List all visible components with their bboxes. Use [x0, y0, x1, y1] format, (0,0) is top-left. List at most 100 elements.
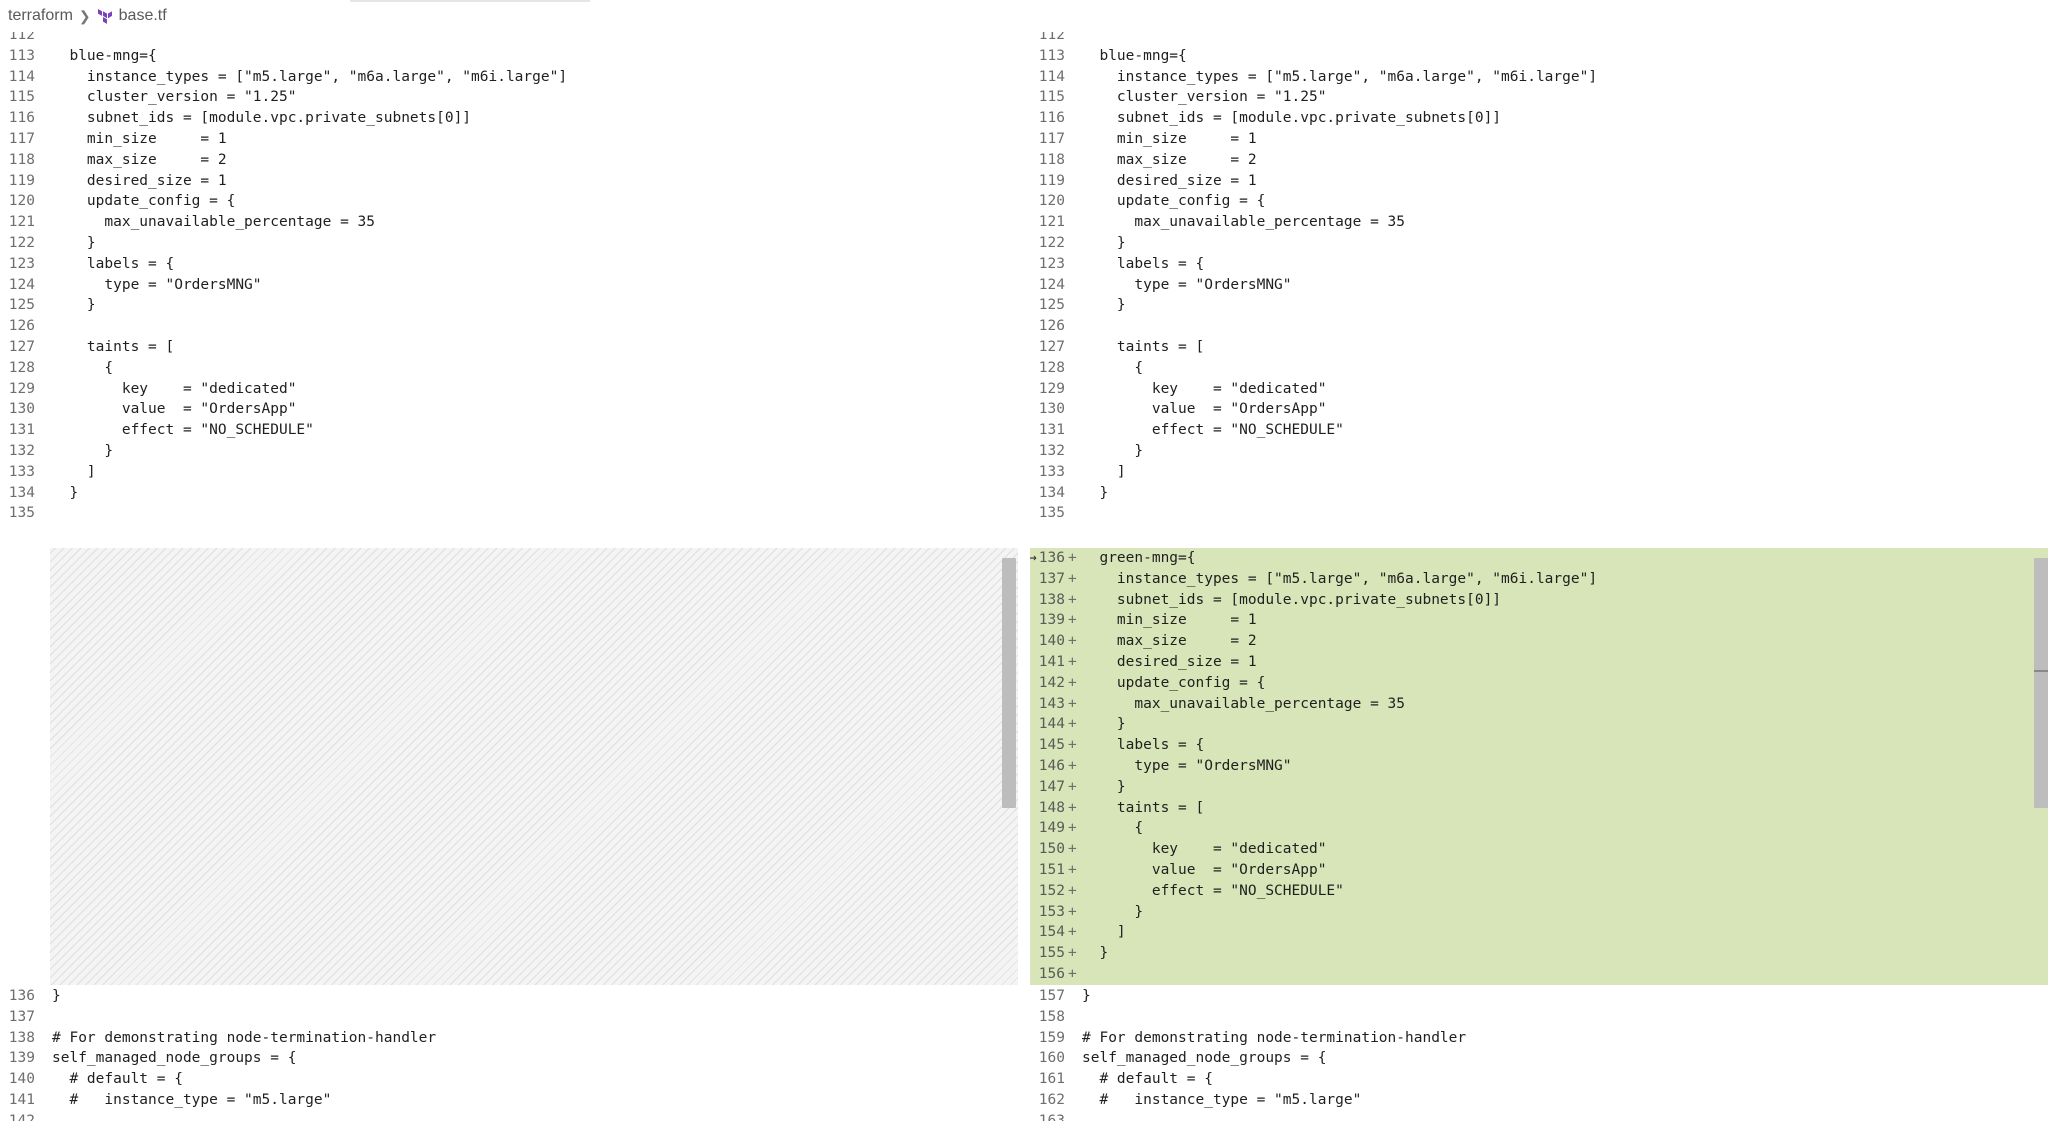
code-line[interactable]: 121 max_unavailable_percentage = 35 [1030, 212, 2048, 233]
code-line[interactable]: 154 + ] [1030, 922, 2048, 944]
code-line[interactable]: 125 } [0, 295, 1018, 316]
code-line[interactable]: 147 + } [1030, 776, 2048, 798]
code-line[interactable]: 120 update_config = { [0, 191, 1018, 212]
code-line[interactable]: 134 } [1030, 483, 2048, 504]
code-line[interactable]: 137 + instance_types = ["m5.large", "m6a.… [1030, 568, 2048, 590]
code-line[interactable]: 142 [0, 1111, 1018, 1121]
code-line[interactable]: 144 + } [1030, 714, 2048, 736]
code-line[interactable]: 146 + type = "OrdersMNG" [1030, 755, 2048, 777]
code-text: labels = { [52, 255, 175, 272]
code-line[interactable]: 145 + labels = { [1030, 735, 2048, 756]
code-line[interactable]: 163 [1030, 1111, 2048, 1121]
diff-divider[interactable] [1002, 32, 1030, 1121]
code-line[interactable]: 128 { [0, 358, 1018, 379]
code-line[interactable]: 116 subnet_ids = [module.vpc.private_sub… [1030, 108, 2048, 129]
code-line[interactable]: 134 } [0, 483, 1018, 504]
code-line[interactable]: 118 max_size = 2 [1030, 150, 2048, 171]
line-number: 112 [8, 32, 35, 43]
code-line[interactable]: 140 + max_size = 2 [1030, 631, 2048, 652]
code-line[interactable]: 137 [0, 1007, 1018, 1028]
code-line[interactable]: 126 [1030, 316, 2048, 337]
code-line[interactable]: 138 + subnet_ids = [module.vpc.private_su… [1030, 589, 2048, 611]
code-line[interactable]: 135 [1030, 503, 2048, 524]
code-line[interactable]: 133 ] [0, 462, 1018, 483]
code-line[interactable]: 136} [0, 986, 1018, 1007]
code-line[interactable]: 135 [0, 503, 1018, 524]
code-line[interactable]: 149 + { [1030, 818, 2048, 840]
code-line[interactable]: 118 max_size = 2 [0, 150, 1018, 171]
code-line[interactable]: 130 value = "OrdersApp" [1030, 399, 2048, 420]
code-line[interactable]: 122 } [1030, 233, 2048, 254]
code-line[interactable]: 151 + value = "OrdersApp" [1030, 859, 2048, 881]
code-line[interactable]: 155 + } [1030, 943, 2048, 964]
code-line[interactable]: 140 # default = { [0, 1069, 1018, 1090]
code-line[interactable]: 139 + min_size = 1 [1030, 610, 2048, 632]
code-line[interactable]: 133 ] [1030, 462, 2048, 483]
code-line[interactable]: 117 min_size = 1 [0, 129, 1018, 150]
code-line[interactable]: 159 # For demonstrating node-termination-… [1030, 1028, 2048, 1049]
code-line[interactable]: 161 # default = { [1030, 1069, 2048, 1090]
code-line[interactable]: 114 instance_types = ["m5.large", "m6a.l… [0, 67, 1018, 88]
code-line[interactable]: 113 blue-mng={ [1030, 46, 2048, 67]
code-line[interactable]: 117 min_size = 1 [1030, 129, 2048, 150]
code-line[interactable]: 112 [1030, 32, 2048, 46]
code-line[interactable]: 141 + desired_size = 1 [1030, 651, 2048, 673]
code-line[interactable]: 127 taints = [ [1030, 337, 2048, 358]
code-line[interactable]: 119 desired_size = 1 [0, 171, 1018, 192]
code-line[interactable]: 153 + } [1030, 901, 2048, 923]
code-line[interactable]: 131 effect = "NO_SCHEDULE" [1030, 420, 2048, 441]
code-line[interactable]: 114 instance_types = ["m5.large", "m6a.l… [1030, 67, 2048, 88]
code-line[interactable]: 158 [1030, 1007, 2048, 1028]
line-number: 121 [1038, 214, 1065, 231]
code-line[interactable]: 156 + [1030, 963, 2048, 985]
code-line[interactable]: 124 type = "OrdersMNG" [0, 275, 1018, 296]
code-line[interactable]: 152 + effect = "NO_SCHEDULE" [1030, 880, 2048, 902]
line-number: 125 [1038, 297, 1065, 314]
code-line[interactable]: 115 cluster_version = "1.25" [1030, 87, 2048, 108]
code-line[interactable]: 121 max_unavailable_percentage = 35 [0, 212, 1018, 233]
code-line[interactable]: 132 } [1030, 441, 2048, 462]
code-line[interactable]: 123 labels = { [0, 254, 1018, 275]
code-line[interactable]: 123 labels = { [1030, 254, 2048, 275]
code-line[interactable]: 143 + max_unavailable_percentage = 35 [1030, 693, 2048, 715]
code-line[interactable]: 120 update_config = { [1030, 191, 2048, 212]
code-line[interactable]: 116 subnet_ids = [module.vpc.private_sub… [0, 108, 1018, 129]
code-text: labels = { [1082, 255, 1205, 272]
code-line[interactable]: 150 + key = "dedicated" [1030, 839, 2048, 860]
code-line[interactable]: 138 # For demonstrating node-termination-… [0, 1028, 1018, 1049]
code-line[interactable]: 160 self_managed_node_groups = { [1030, 1048, 2048, 1069]
code-line[interactable]: 131 effect = "NO_SCHEDULE" [0, 420, 1018, 441]
code-line[interactable]: 119 desired_size = 1 [1030, 171, 2048, 192]
code-line[interactable]: 122 } [0, 233, 1018, 254]
code-line[interactable]: 128 { [1030, 358, 2048, 379]
line-number: 135 [8, 505, 35, 522]
modified-scrollbar[interactable] [2034, 558, 2048, 808]
code-line[interactable]: 126 [0, 316, 1018, 337]
code-line[interactable]: 112 [0, 32, 1018, 46]
code-text: key = "dedicated" [52, 380, 297, 397]
code-line[interactable]: 124 type = "OrdersMNG" [1030, 275, 2048, 296]
code-line[interactable]: 129 key = "dedicated" [0, 379, 1018, 400]
code-line[interactable]: 129 key = "dedicated" [1030, 379, 2048, 400]
original-scrollbar[interactable] [1002, 558, 1016, 808]
code-line[interactable]: 139 self_managed_node_groups = { [0, 1048, 1018, 1069]
code-line[interactable]: 141 # instance_type = "m5.large" [0, 1090, 1018, 1111]
code-line[interactable]: 115 cluster_version = "1.25" [0, 87, 1018, 108]
diff-modified-pane[interactable]: 112 113 blue-mng={114 instance_types = ["… [1030, 32, 2048, 1121]
code-line[interactable]: 162 # instance_type = "m5.large" [1030, 1090, 2048, 1111]
code-line[interactable]: 136 + → green-mng={ [1030, 548, 2048, 569]
breadcrumb-folder[interactable]: terraform [8, 7, 73, 25]
code-line[interactable]: 142 + update_config = { [1030, 672, 2048, 694]
code-line[interactable]: 148 + taints = [ [1030, 797, 2048, 819]
code-line[interactable]: 157} [1030, 986, 2048, 1007]
breadcrumb-file[interactable]: base.tf [119, 7, 167, 25]
code-line[interactable]: 113 blue-mng={ [0, 46, 1018, 67]
code-line[interactable]: 132 } [0, 441, 1018, 462]
breadcrumb: terraform ❯ base.tf [0, 0, 2048, 32]
line-number: 124 [1038, 276, 1065, 293]
code-line[interactable]: 130 value = "OrdersApp" [0, 399, 1018, 420]
diff-original-pane[interactable]: 112 113 blue-mng={114 instance_types = ["… [0, 32, 1018, 1121]
code-line[interactable]: 127 taints = [ [0, 337, 1018, 358]
code-line[interactable]: 125 } [1030, 295, 2048, 316]
line-number: 141 [1038, 653, 1065, 670]
